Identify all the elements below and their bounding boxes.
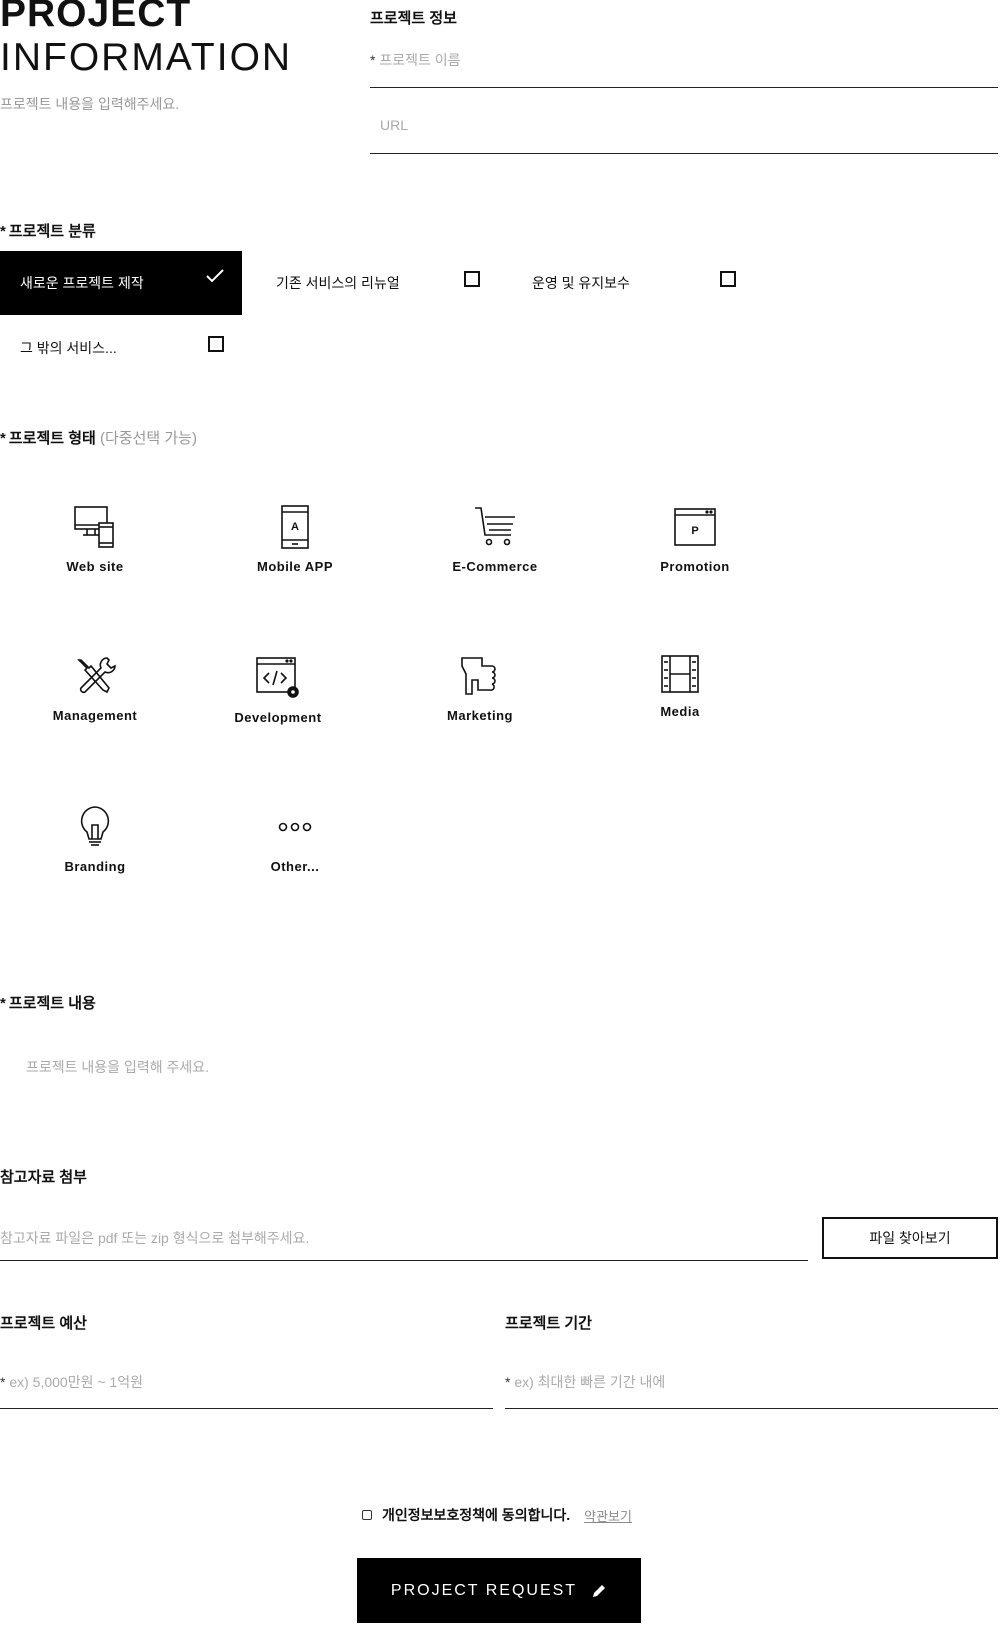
lightbulb-icon — [25, 805, 165, 849]
type-label: * 프로젝트 형태 (다중선택 가능) — [0, 430, 197, 447]
page-title-line2: INFORMATION — [0, 36, 293, 79]
project-request-button[interactable]: PROJECT REQUEST — [357, 1558, 641, 1623]
svg-text:P: P — [691, 525, 698, 537]
type-marketing[interactable]: Marketing — [410, 654, 550, 723]
mobile-icon: A — [225, 505, 365, 549]
category-option-label: 기존 서비스의 리뉴얼 — [276, 275, 400, 291]
budget-placeholder: ex) 5,000만원 ~ 1억원 — [9, 1374, 143, 1390]
terms-link[interactable]: 약관보기 — [584, 1506, 632, 1525]
content-label: * 프로젝트 내용 — [0, 995, 96, 1012]
content-textarea[interactable]: 프로젝트 내용을 입력해 주세요. — [0, 1045, 998, 1135]
type-label-text: E-Commerce — [452, 559, 538, 574]
tools-icon — [25, 654, 165, 698]
url-field[interactable]: URL — [370, 110, 998, 154]
type-label-text: Promotion — [660, 559, 730, 574]
category-label: * 프로젝트 분류 — [0, 223, 96, 240]
code-window-icon — [208, 654, 348, 700]
type-label-text: Web site — [66, 559, 124, 574]
budget-field[interactable]: * ex) 5,000만원 ~ 1억원 — [0, 1362, 493, 1409]
type-promotion[interactable]: P Promotion — [625, 505, 765, 574]
project-name-field[interactable]: * 프로젝트 이름 — [370, 44, 998, 88]
checkbox-icon — [208, 336, 224, 352]
period-field[interactable]: * ex) 최대한 빠른 기간 내에 — [505, 1362, 998, 1409]
project-name-placeholder: 프로젝트 이름 — [379, 52, 461, 68]
type-management[interactable]: Management — [25, 654, 165, 723]
type-branding[interactable]: Branding — [25, 805, 165, 874]
category-option-renewal[interactable]: 기존 서비스의 리뉴얼 — [256, 251, 498, 315]
type-ecommerce[interactable]: E-Commerce — [425, 505, 565, 574]
type-note: (다중선택 가능) — [99, 430, 197, 447]
type-media[interactable]: Media — [610, 654, 750, 719]
category-option-label: 새로운 프로젝트 제작 — [20, 275, 144, 291]
dots-icon — [225, 805, 365, 849]
required-mark: * — [370, 52, 376, 68]
checkbox-icon — [464, 271, 480, 287]
attachment-field[interactable]: 참고자료 파일은 pdf 또는 zip 형식으로 첨부해주세요. — [0, 1218, 808, 1261]
category-option-label: 그 밖의 서비스... — [20, 340, 117, 356]
attachment-label: 참고자료 첨부 — [0, 1169, 87, 1186]
attachment-placeholder: 참고자료 파일은 pdf 또는 zip 형식으로 첨부해주세요. — [0, 1230, 310, 1246]
type-label-text: Branding — [64, 859, 126, 874]
type-website[interactable]: Web site — [25, 505, 165, 574]
category-option-other[interactable]: 그 밖의 서비스... — [0, 316, 242, 380]
budget-label: 프로젝트 예산 — [0, 1315, 87, 1332]
pencil-icon — [591, 1583, 607, 1599]
category-option-label: 운영 및 유지보수 — [532, 275, 630, 291]
agree-text: 개인정보보호정책에 동의합니다. — [382, 1507, 571, 1523]
type-other[interactable]: Other... — [225, 805, 365, 874]
agree-checkbox[interactable] — [362, 1510, 372, 1520]
cart-icon — [425, 505, 565, 549]
page-subtitle: 프로젝트 내용을 입력해주세요. — [0, 96, 180, 112]
file-browse-button[interactable]: 파일 찾아보기 — [822, 1217, 998, 1259]
period-placeholder: ex) 최대한 빠른 기간 내에 — [514, 1374, 666, 1390]
required-mark: * — [505, 1374, 511, 1390]
type-label-text: Development — [234, 710, 322, 725]
info-label: 프로젝트 정보 — [370, 10, 457, 27]
svg-text:A: A — [291, 521, 299, 533]
checkbox-icon — [720, 271, 736, 287]
agreement-row: 개인정보보호정책에 동의합니다. 약관보기 — [362, 1505, 632, 1525]
type-mobile-app[interactable]: A Mobile APP — [225, 505, 365, 574]
category-option-maintenance[interactable]: 운영 및 유지보수 — [512, 251, 754, 315]
check-icon — [206, 269, 224, 288]
type-label-text: Media — [660, 704, 700, 719]
type-development[interactable]: Development — [208, 654, 348, 725]
page-title-line1: PROJECT — [0, 0, 192, 35]
type-label-text: Marketing — [447, 708, 513, 723]
required-mark: * — [0, 1374, 6, 1390]
type-label-text: Other... — [270, 859, 320, 874]
period-label: 프로젝트 기간 — [505, 1315, 592, 1332]
type-label-text: Management — [52, 708, 138, 723]
film-icon — [610, 654, 750, 694]
monitor-phone-icon — [25, 505, 165, 549]
type-label-text: Mobile APP — [256, 559, 334, 574]
category-option-new[interactable]: 새로운 프로젝트 제작 — [0, 251, 242, 315]
submit-label: PROJECT REQUEST — [390, 1581, 578, 1599]
content-placeholder: 프로젝트 내용을 입력해 주세요. — [26, 1059, 209, 1075]
thumbs-up-icon — [410, 654, 550, 698]
url-placeholder: URL — [380, 117, 409, 133]
promotion-window-icon: P — [625, 505, 765, 549]
